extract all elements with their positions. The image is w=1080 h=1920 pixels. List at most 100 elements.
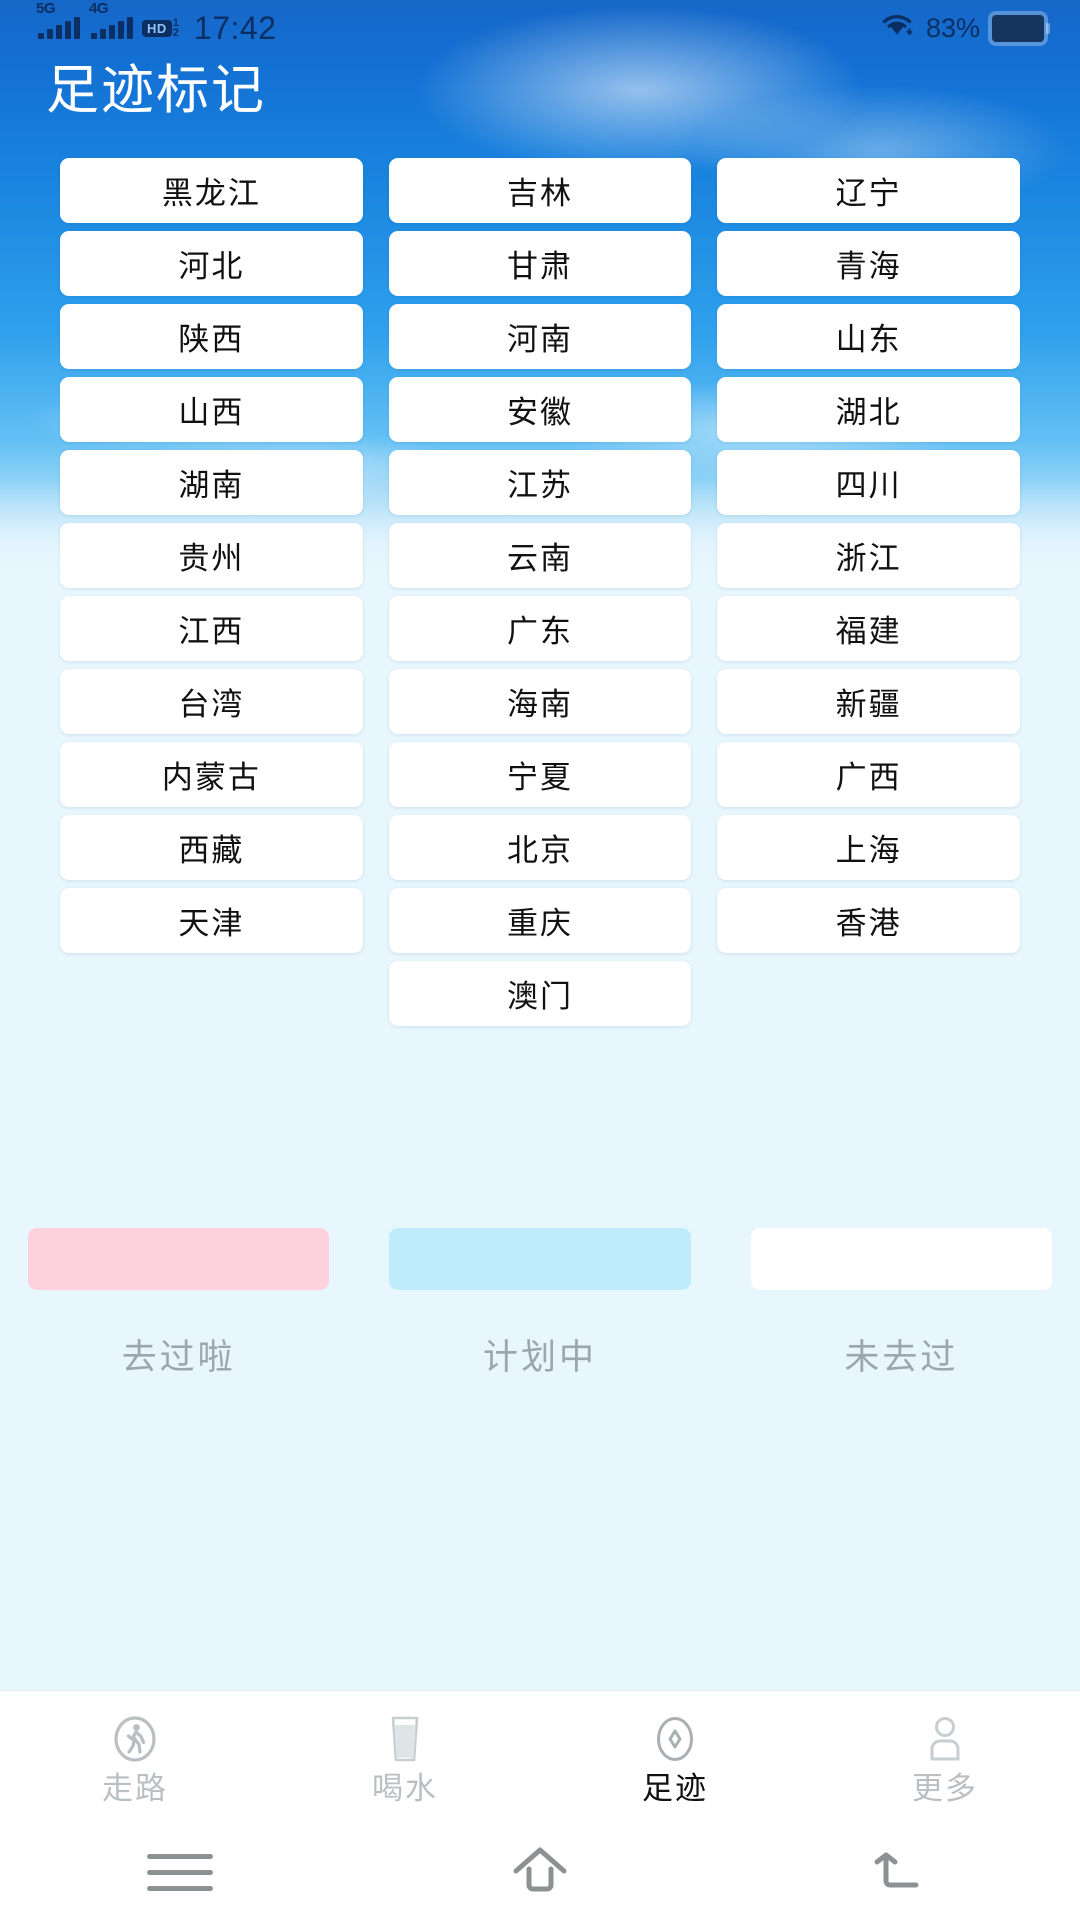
province-button[interactable]: 海南 [388,669,692,734]
province-button[interactable]: 湖北 [717,377,1020,442]
province-button[interactable]: 上海 [717,815,1020,880]
province-cell: 湖北 [717,377,1020,442]
province-button[interactable]: 山西 [60,377,363,442]
province-button[interactable]: 香港 [717,888,1020,953]
tab-walking-label: 走路 [102,1770,168,1806]
province-button[interactable]: 澳门 [388,961,692,1026]
status-bar: 5G 4G HD 1 2 17:42 83% [0,0,1080,56]
legend-visited-label: 去过啦 [121,1338,236,1377]
province-cell [60,961,363,1026]
province-button[interactable]: 广东 [388,596,692,661]
province-button[interactable]: 云南 [388,523,692,588]
tab-water-label: 喝水 [372,1770,438,1806]
province-cell [717,961,1020,1026]
province-button[interactable]: 安徽 [388,377,692,442]
province-cell: 广西 [717,742,1020,807]
province-cell: 西藏 [60,815,363,880]
status-bar-left: 5G 4G HD 1 2 17:42 [36,1,277,47]
province-cell: 河南 [388,304,692,369]
province-button[interactable]: 台湾 [60,669,363,734]
tab-footprint[interactable]: 足迹 [540,1691,810,1825]
legend-planned-label: 计划中 [482,1338,597,1377]
province-button[interactable]: 黑龙江 [60,158,363,223]
menu-icon [147,1854,213,1891]
legend-planned: 计划中 [389,1228,691,1377]
province-cell: 台湾 [60,669,363,734]
recents-button[interactable] [0,1854,360,1891]
province-cell: 四川 [717,450,1020,515]
province-cell: 北京 [388,815,692,880]
status-bar-right: 83% [880,12,1050,45]
province-cell: 福建 [717,596,1020,661]
province-button[interactable]: 北京 [388,815,692,880]
province-cell: 湖南 [60,450,363,515]
province-button[interactable]: 河南 [388,304,692,369]
province-cell: 江苏 [388,450,692,515]
walking-icon [109,1713,161,1765]
hd-sim-indicator: 1 2 [173,17,179,39]
province-button[interactable]: 广西 [717,742,1020,807]
home-button[interactable] [360,1841,720,1904]
signal-5g-icon: 5G [36,1,80,39]
tab-water[interactable]: 喝水 [270,1691,540,1825]
province-button[interactable]: 天津 [60,888,363,953]
province-cell: 重庆 [388,888,692,953]
province-cell: 内蒙古 [60,742,363,807]
province-cell: 海南 [388,669,692,734]
water-glass-icon [383,1713,427,1765]
province-cell: 江西 [60,596,363,661]
province-button[interactable]: 西藏 [60,815,363,880]
province-button[interactable]: 新疆 [717,669,1020,734]
tab-more[interactable]: 更多 [810,1691,1080,1825]
signal-5g-label: 5G [36,0,56,17]
province-cell: 贵州 [60,523,363,588]
province-button[interactable]: 湖南 [60,450,363,515]
province-button[interactable]: 江西 [60,596,363,661]
system-navigation-bar [0,1825,1080,1920]
province-cell: 陕西 [60,304,363,369]
province-button[interactable]: 山东 [717,304,1020,369]
status-bar-clock: 17:42 [193,9,277,46]
province-button[interactable]: 吉林 [388,158,692,223]
province-cell: 澳门 [388,961,692,1026]
province-cell: 安徽 [388,377,692,442]
province-button[interactable]: 甘肃 [388,231,692,296]
province-button[interactable]: 浙江 [717,523,1020,588]
province-cell: 河北 [60,231,363,296]
province-cell: 山西 [60,377,363,442]
bottom-tab-bar: 走路 喝水 足迹 更多 [0,1690,1080,1825]
battery-percent-label: 83% [925,12,980,43]
province-grid: 黑龙江 吉林 辽宁 河北 甘肃 青海 陕西 河南 山东 山西 安徽 湖北 湖南 江苏 四川 贵州 云南 浙江 江西广… [0,158,1080,1026]
tab-footprint-label: 足迹 [642,1770,708,1806]
province-cell: 天津 [60,888,363,953]
legend-unvisited: 未去过 [750,1228,1052,1375]
province-cell: 吉林 [388,158,692,223]
province-button[interactable]: 辽宁 [717,158,1020,223]
province-button[interactable]: 福建 [717,596,1020,661]
province-button[interactable]: 四川 [717,450,1020,515]
hd-voice-icon: HD 1 2 [142,17,179,39]
tab-walking[interactable]: 走路 [0,1691,270,1825]
wifi-icon [880,12,914,45]
province-button[interactable]: 宁夏 [388,742,692,807]
hd-badge-label: HD [142,19,172,37]
person-icon [921,1713,969,1765]
province-button[interactable]: 陕西 [60,304,363,369]
back-button[interactable] [720,1841,1080,1904]
page-title: 足迹标记 [46,61,266,120]
province-cell: 广东 [388,596,692,661]
province-button[interactable]: 江苏 [388,450,692,515]
province-button[interactable]: 河北 [60,231,363,296]
signal-4g-label: 4G [89,0,109,17]
province-cell: 山东 [717,304,1020,369]
legend-planned-swatch [389,1228,691,1290]
province-cell: 宁夏 [388,742,692,807]
legend: 去过啦 计划中 未去过 [0,1228,1080,1375]
province-button[interactable]: 内蒙古 [60,742,363,807]
province-button[interactable]: 青海 [717,231,1020,296]
province-cell: 青海 [717,231,1020,296]
province-button[interactable]: 贵州 [60,523,363,588]
province-button[interactable]: 重庆 [388,888,692,953]
tab-more-label: 更多 [912,1770,978,1806]
province-cell: 辽宁 [717,158,1020,223]
